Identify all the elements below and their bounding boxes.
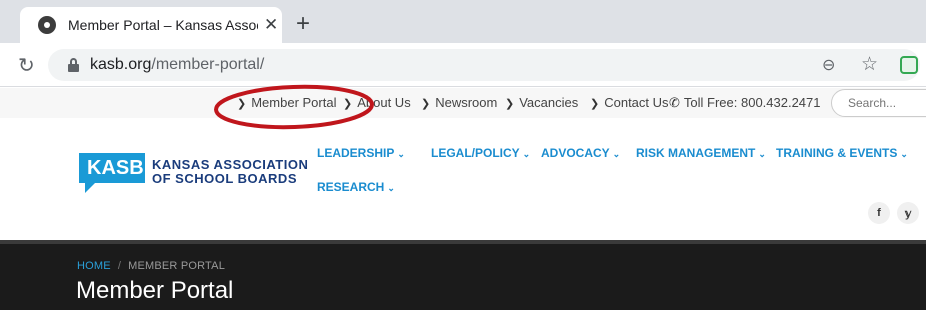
address-bar[interactable]: kasb.org/member-portal/ ⊖ ☆ xyxy=(48,49,920,81)
chevron-right-icon: ❯ xyxy=(237,98,247,110)
chevron-right-icon: ❯ xyxy=(590,98,600,110)
site-search[interactable] xyxy=(831,89,926,117)
logo-line-2: OF SCHOOL BOARDS xyxy=(152,171,297,186)
tab-close-icon[interactable]: ✕ xyxy=(264,15,278,35)
nav-training-events[interactable]: TRAINING & EVENTS ⌄ xyxy=(776,146,908,160)
new-tab-button[interactable]: + xyxy=(296,12,310,36)
nav-risk-management[interactable]: RISK MANAGEMENT ⌄ xyxy=(636,146,766,160)
breadcrumb-home[interactable]: HOME xyxy=(77,260,111,272)
utility-nav: ❯ Member Portal ❯ About Us ❯ Newsroom ❯ Vaca… xyxy=(0,88,926,118)
util-link-label: Contact Us xyxy=(604,95,669,110)
logo-badge: KASB xyxy=(79,153,145,193)
chevron-down-icon: ⌄ xyxy=(758,149,766,159)
browser-tab-active[interactable]: Member Portal – Kansas Associa ✕ xyxy=(20,7,282,43)
twitter-icon[interactable]: 𝕪 xyxy=(897,202,919,224)
url-path: /member-portal/ xyxy=(151,56,265,73)
search-input[interactable] xyxy=(848,96,926,110)
util-link-phone[interactable]: ✆ Toll Free: 800.432.2471 xyxy=(669,95,821,111)
site-favicon-icon xyxy=(38,16,56,34)
extension-icon[interactable] xyxy=(900,56,918,74)
nav-legal-policy[interactable]: LEGAL/POLICY ⌄ xyxy=(431,146,530,160)
url-domain: kasb.org xyxy=(90,56,152,73)
nav-label: RISK MANAGEMENT xyxy=(636,146,756,160)
util-link-contact-us[interactable]: ❯ Contact Us xyxy=(590,95,669,110)
bookmark-star-icon[interactable]: ☆ xyxy=(861,53,878,76)
browser-tabstrip: Member Portal – Kansas Associa ✕ + xyxy=(0,0,926,43)
nav-label: TRAINING & EVENTS xyxy=(776,146,898,160)
util-link-newsroom[interactable]: ❯ Newsroom xyxy=(421,95,497,110)
nav-label: RESEARCH xyxy=(317,180,385,194)
util-link-vacancies[interactable]: ❯ Vacancies xyxy=(505,95,578,110)
nav-label: LEADERSHIP xyxy=(317,146,395,160)
facebook-icon[interactable]: f xyxy=(868,202,890,224)
util-link-about-us[interactable]: ❯ About Us xyxy=(343,95,411,110)
chevron-down-icon: ⌄ xyxy=(522,149,531,159)
nav-label: LEGAL/POLICY xyxy=(431,146,520,160)
browser-toolbar: ↻ kasb.org/member-portal/ ⊖ ☆ xyxy=(0,43,926,87)
main-header: KASB KANSAS ASSOCIATION OF SCHOOL BOARDS… xyxy=(0,118,926,240)
util-link-member-portal[interactable]: ❯ Member Portal xyxy=(237,95,336,110)
nav-advocacy[interactable]: ADVOCACY ⌄ xyxy=(541,146,620,160)
breadcrumb-separator: / xyxy=(117,260,122,272)
chevron-right-icon: ❯ xyxy=(343,98,353,110)
chevron-down-icon: ⌄ xyxy=(612,149,621,159)
chevron-right-icon: ❯ xyxy=(421,98,431,110)
nav-leadership[interactable]: LEADERSHIP ⌄ xyxy=(317,146,405,160)
lock-icon[interactable] xyxy=(68,58,79,72)
nav-research[interactable]: RESEARCH ⌄ xyxy=(317,180,395,194)
phone-icon: ✆ xyxy=(669,95,680,110)
phone-label: Toll Free: 800.432.2471 xyxy=(683,95,821,110)
reload-icon[interactable]: ↻ xyxy=(18,53,35,78)
chevron-down-icon: ⌄ xyxy=(387,183,395,193)
zoom-icon[interactable]: ⊖ xyxy=(822,55,835,75)
util-link-label: Newsroom xyxy=(435,95,498,110)
util-link-label: Member Portal xyxy=(251,95,337,110)
logo-line-1: KANSAS ASSOCIATION xyxy=(152,157,309,172)
page-title: Member Portal xyxy=(76,277,234,304)
chevron-right-icon: ❯ xyxy=(505,98,515,110)
breadcrumb: HOME / MEMBER PORTAL xyxy=(77,260,225,272)
util-link-label: Vacancies xyxy=(519,95,579,110)
page-hero: HOME / MEMBER PORTAL Member Portal xyxy=(0,244,926,310)
website: ❯ Member Portal ❯ About Us ❯ Newsroom ❯ Vaca… xyxy=(0,88,926,310)
nav-label: ADVOCACY xyxy=(541,146,610,160)
breadcrumb-current: MEMBER PORTAL xyxy=(128,260,226,272)
tab-title: Member Portal – Kansas Associa xyxy=(68,17,258,33)
chevron-down-icon: ⌄ xyxy=(900,149,908,159)
logo-text: KANSAS ASSOCIATION OF SCHOOL BOARDS xyxy=(152,158,308,186)
url-text[interactable]: kasb.org/member-portal/ xyxy=(90,56,264,74)
util-link-label: About Us xyxy=(357,95,411,110)
chevron-down-icon: ⌄ xyxy=(397,149,405,159)
